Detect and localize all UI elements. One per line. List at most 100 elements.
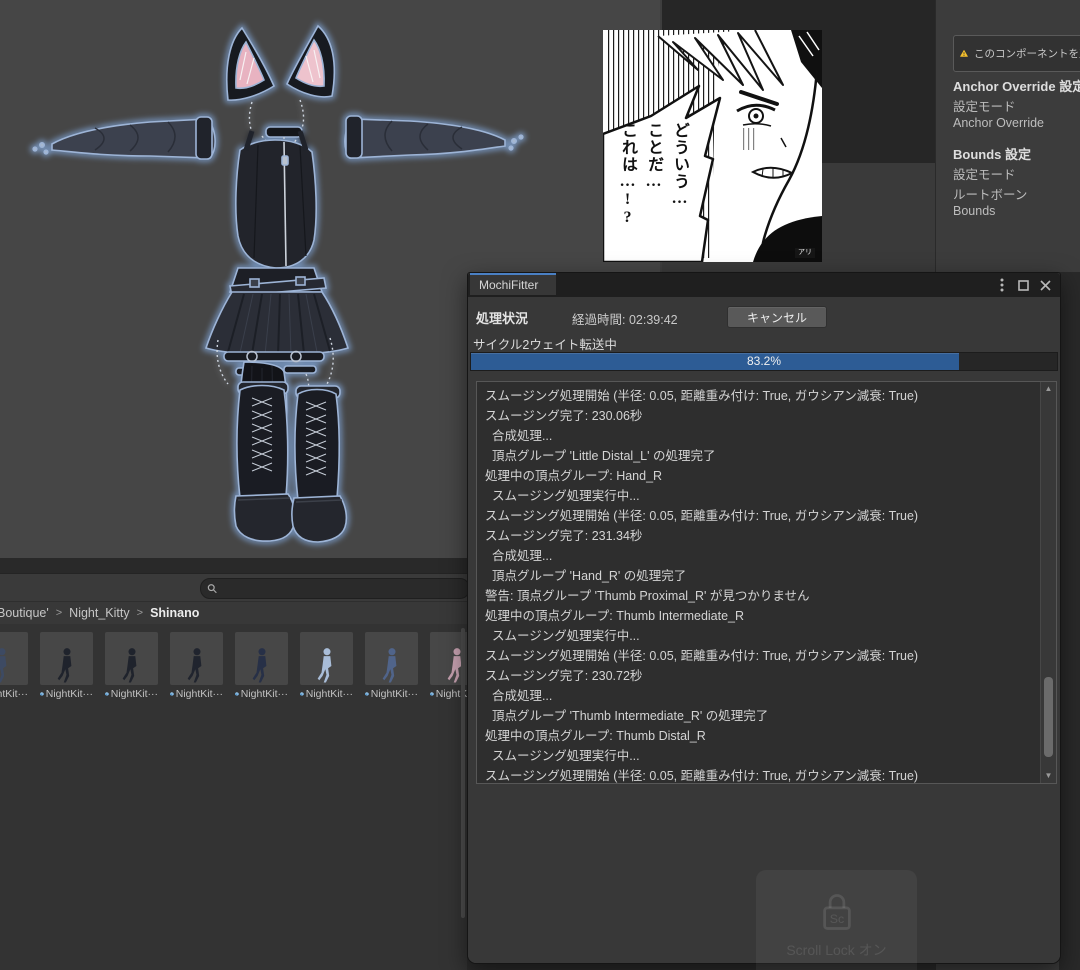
log-line: スムージング処理実行中...	[485, 489, 640, 503]
asset-tile[interactable]: NightKit···	[0, 632, 28, 700]
asset-name: NightKit···	[240, 688, 288, 700]
root-bone-row: ルートボーン	[953, 188, 1028, 202]
prefab-cube-icon	[430, 692, 434, 696]
asset-label-row: NightKit···	[365, 688, 418, 700]
anchor-setting-mode-row: 設定モード	[953, 100, 1016, 114]
asset-label-row: NightKit···	[170, 688, 223, 700]
log-scrollbar[interactable]: ▲ ▼	[1040, 382, 1056, 783]
avatar-figure-icon	[317, 648, 331, 683]
asset-label-row: NightKit···	[235, 688, 288, 700]
log-line: スムージング処理開始 (半径: 0.05, 距離重み付け: True, ガウシア…	[485, 509, 919, 523]
close-icon[interactable]	[1037, 276, 1054, 294]
log-line: スムージング完了: 231.34秒	[485, 529, 643, 543]
anchor-override-section-title: Anchor Override 設定	[953, 79, 1080, 94]
prefab-cube-icon	[235, 692, 239, 696]
log-line: スムージング処理開始 (半径: 0.05, 距離重み付け: True, ガウシア…	[485, 389, 919, 403]
prefab-cube-icon	[365, 692, 369, 696]
warning-icon	[960, 49, 968, 57]
log-line: スムージング処理開始 (半径: 0.05, 距離重み付け: True, ガウシア…	[485, 769, 919, 783]
asset-name: NightKit···	[0, 688, 28, 700]
asset-label-row: NightKit···	[40, 688, 93, 700]
project-panel-top-strip	[0, 558, 467, 574]
status-label: 処理状況	[476, 311, 529, 326]
window-titlebar[interactable]: MochiFitter	[468, 273, 1060, 297]
project-search-box[interactable]	[200, 578, 467, 599]
asset-thumbnail	[235, 632, 288, 685]
scroll-lock-icon: Sc	[822, 894, 851, 930]
prefab-cube-icon	[170, 692, 174, 696]
bounds-setting-mode-row: 設定モード	[953, 168, 1016, 182]
avatar-figure-icon	[122, 648, 136, 683]
avatar-figure-icon	[252, 648, 266, 683]
scroll-lock-label: Scroll Lock オン	[786, 942, 887, 958]
cancel-button[interactable]: キャンセル	[727, 306, 827, 328]
asset-label-row: NightKit···	[105, 688, 158, 700]
search-icon	[207, 584, 217, 594]
avatar-figure-icon	[382, 648, 396, 683]
search-input[interactable]	[221, 581, 463, 596]
log-lines: スムージング処理開始 (半径: 0.05, 距離重み付け: True, ガウシア…	[477, 384, 1040, 783]
asset-name: NightKit···	[370, 688, 418, 700]
manga-corner-tag: アリ	[795, 248, 815, 258]
log-line: 警告: 頂点グループ 'Thumb Proximal_R' が見つかりません	[485, 589, 810, 603]
progress-bar: 83.2%	[470, 352, 1058, 371]
asset-label-row: NightKit···	[300, 688, 353, 700]
scroll-lock-toast: Sc Scroll Lock オン	[756, 870, 917, 970]
mochifitter-window: MochiFitter 処理状況 経過時間: 02:39:42 キャンセル サイ…	[467, 272, 1061, 970]
chevron-right-icon: >	[55, 607, 63, 619]
asset-tile[interactable]: NightKit···	[235, 632, 288, 700]
log-line: スムージング処理実行中...	[485, 749, 640, 763]
asset-tile[interactable]: NightKit···	[105, 632, 158, 700]
component-warning-box: このコンポーネントを正し	[953, 35, 1080, 72]
asset-grid: NightKit···	[0, 632, 467, 700]
current-phase-label: サイクル2ウェイト転送中	[473, 338, 617, 352]
log-area[interactable]: スムージング処理開始 (半径: 0.05, 距離重み付け: True, ガウシア…	[476, 381, 1057, 784]
svg-text:Sc: Sc	[829, 912, 843, 926]
kebab-menu-icon[interactable]	[993, 276, 1010, 294]
log-line: 合成処理...	[485, 429, 553, 443]
breadcrumb-item-shinano[interactable]: Shinano	[150, 606, 199, 620]
log-line: 合成処理...	[485, 689, 553, 703]
asset-tile[interactable]: NightKit···	[300, 632, 353, 700]
breadcrumb: Boutique' > Night_Kitty > Shinano	[0, 601, 467, 624]
scrollbar-thumb[interactable]	[1044, 677, 1053, 757]
asset-thumbnail	[300, 632, 353, 685]
right-edge-panel	[1059, 272, 1080, 970]
asset-thumbnail	[105, 632, 158, 685]
warning-text: このコンポーネントを正し	[974, 48, 1080, 60]
log-line: 処理中の頂点グループ: Hand_R	[485, 469, 663, 483]
tab-mochifitter[interactable]: MochiFitter	[470, 273, 556, 295]
scroll-down-icon[interactable]: ▼	[1041, 770, 1056, 782]
log-line: 合成処理...	[485, 549, 553, 563]
project-scrollbar[interactable]	[461, 628, 465, 918]
breadcrumb-item-night-kitty[interactable]: Night_Kitty	[69, 606, 129, 620]
bounds-section-title: Bounds 設定	[953, 147, 1031, 162]
log-line: 処理中の頂点グループ: Thumb Distal_R	[485, 729, 706, 743]
log-line: 頂点グループ 'Hand_R' の処理完了	[485, 569, 687, 583]
maximize-icon[interactable]	[1015, 276, 1032, 294]
breadcrumb-item-boutique[interactable]: Boutique'	[0, 606, 49, 620]
asset-tile[interactable]: NightKit···	[170, 632, 223, 700]
asset-tile[interactable]: NightKit···	[365, 632, 418, 700]
scroll-up-icon[interactable]: ▲	[1041, 383, 1056, 395]
progress-percent: 83.2%	[746, 354, 782, 368]
asset-name: NightKit···	[45, 688, 93, 700]
asset-thumbnail	[170, 632, 223, 685]
unity-editor: どういう… ことだ… これは…!? アリ このコンポーネントを正し Anchor…	[0, 0, 1080, 970]
project-panel: Boutique' > Night_Kitty > Shinano tKit··…	[0, 558, 467, 970]
avatar-figure-icon	[57, 648, 71, 683]
titlebar-icons	[993, 273, 1054, 297]
asset-thumbnail	[40, 632, 93, 685]
anchor-override-row: Anchor Override	[953, 116, 1045, 130]
chevron-right-icon: >	[136, 607, 144, 619]
log-line: 処理中の頂点グループ: Thumb Intermediate_R	[485, 609, 745, 623]
asset-tile[interactable]: NightKit···	[40, 632, 93, 700]
log-line: スムージング完了: 230.72秒	[485, 669, 643, 683]
log-line: スムージング処理実行中...	[485, 629, 640, 643]
manga-dialogue: どういう… ことだ… これは…!?	[619, 122, 688, 227]
avatar-figure-icon	[187, 648, 201, 683]
asset-label-row: NightKit···	[0, 688, 28, 700]
asset-thumbnail	[365, 632, 418, 685]
asset-name: NightKit···	[110, 688, 158, 700]
prefab-cube-icon	[105, 692, 109, 696]
